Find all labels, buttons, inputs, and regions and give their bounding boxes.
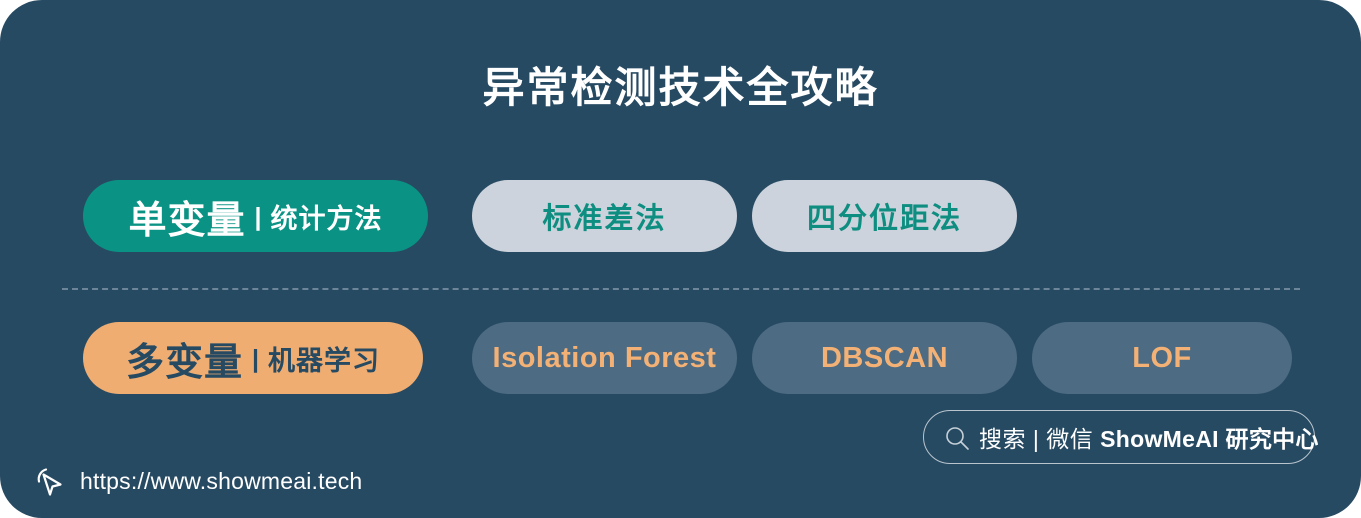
page-title: 异常检测技术全攻略 — [482, 64, 879, 111]
category-pill-multivariate[interactable]: 多变量 | 机器学习 — [83, 322, 423, 394]
search-chip-brand: ShowMeAI — [1100, 426, 1219, 452]
search-icon — [944, 425, 970, 451]
infographic-card: 异常检测技术全攻略 单变量 | 统计方法 标准差法 四分位距法 多变量 | 机器… — [0, 0, 1361, 518]
row-multivariate: 多变量 | 机器学习 Isolation Forest DBSCAN LOF — [0, 322, 1361, 394]
category-label-sub: 统计方法 — [270, 203, 383, 234]
cursor-click-icon — [30, 462, 68, 500]
search-chip-suffix: 研究中心 — [1218, 426, 1319, 452]
search-chip-text: 搜索 | 微信 ShowMeAI 研究中心 — [979, 420, 1319, 454]
row-univariate: 单变量 | 统计方法 标准差法 四分位距法 — [0, 180, 1361, 252]
category-label-main: 单变量 — [128, 199, 246, 242]
method-pill-standard-deviation[interactable]: 标准差法 — [472, 180, 737, 252]
category-label-separator: | — [254, 202, 262, 231]
search-chip-prefix: 搜索 | 微信 — [979, 426, 1101, 452]
category-label-main: 多变量 — [125, 341, 243, 384]
method-pill-lof[interactable]: LOF — [1032, 322, 1292, 394]
section-divider — [62, 288, 1300, 290]
method-pill-dbscan[interactable]: DBSCAN — [752, 322, 1017, 394]
category-label-sub: 机器学习 — [268, 345, 380, 376]
method-pill-interquartile-range[interactable]: 四分位距法 — [752, 180, 1017, 252]
category-label-separator: | — [252, 344, 259, 373]
search-chip[interactable]: 搜索 | 微信 ShowMeAI 研究中心 — [923, 410, 1318, 464]
category-pill-univariate[interactable]: 单变量 | 统计方法 — [83, 180, 428, 252]
method-pill-isolation-forest[interactable]: Isolation Forest — [472, 322, 737, 394]
footer-url: https://www.showmeai.tech — [80, 467, 363, 494]
footer: https://www.showmeai.tech — [30, 458, 362, 504]
